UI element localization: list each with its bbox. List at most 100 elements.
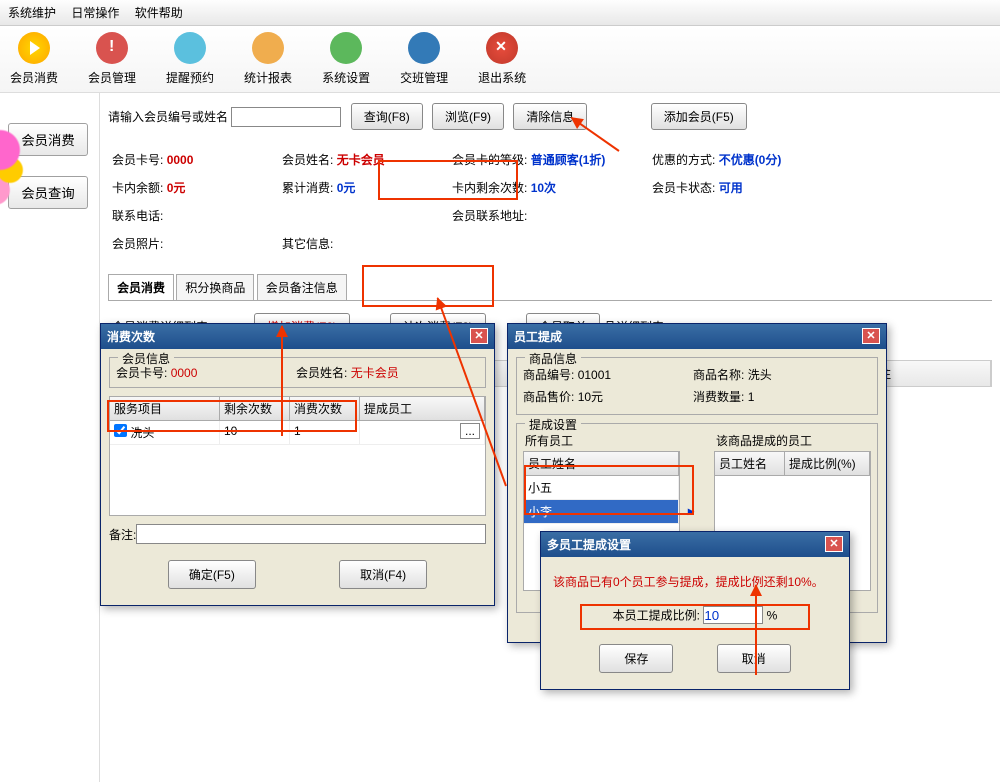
menu-help[interactable]: 软件帮助: [135, 6, 183, 20]
search-label: 请输入会员编号或姓名: [108, 110, 228, 124]
dlg2-close-icon[interactable]: ✕: [862, 328, 880, 344]
dlg1-remark-input[interactable]: [136, 524, 486, 544]
dlg1-info-legend: 会员信息: [118, 350, 174, 367]
total-value: 0元: [337, 181, 356, 195]
dlg2-qty-value: 1: [748, 390, 755, 404]
tb-setting[interactable]: 系统设置: [322, 32, 370, 86]
card-label: 会员卡号:: [112, 153, 163, 167]
tb-member[interactable]: 会员管理: [88, 32, 136, 86]
tb-remind-label: 提醒预约: [166, 69, 214, 86]
tab-remark[interactable]: 会员备注信息: [257, 274, 347, 300]
tb-setting-label: 系统设置: [322, 69, 370, 86]
dlg2-move-right-icon[interactable]: ▸: [688, 504, 706, 518]
addr-label: 会员联系地址:: [452, 209, 527, 223]
dlg3-title: 多员工提成设置: [547, 536, 631, 553]
dlg1-titlebar[interactable]: 消费次数 ✕: [101, 324, 494, 349]
photo-label: 会员照片:: [112, 237, 163, 251]
dlg3-cancel-button[interactable]: 取消: [717, 644, 791, 673]
tb-report[interactable]: 统计报表: [244, 32, 292, 86]
tb-remind[interactable]: 提醒预约: [166, 32, 214, 86]
dlg1-title: 消费次数: [107, 328, 155, 345]
dlg2-allstaff-label: 所有员工: [523, 430, 680, 451]
tabs: 会员消费 积分换商品 会员备注信息: [108, 274, 992, 301]
dlg2-id-value: 01001: [578, 368, 611, 382]
dlg3-hint: 该商品已有0个员工参与提成，提成比例还剩10%。: [553, 573, 837, 590]
dlg3-close-icon[interactable]: ✕: [825, 536, 843, 552]
tb-exit[interactable]: 退出系统: [478, 32, 526, 86]
status-value: 可用: [719, 181, 743, 195]
search-row: 请输入会员编号或姓名 查询(F8) 浏览(F9) 清除信息 添加会员(F5): [108, 97, 992, 136]
dlg1-member-info: 会员信息 会员卡号: 0000 会员姓名: 无卡会员: [109, 357, 486, 388]
dialog-consume-times: 消费次数 ✕ 会员信息 会员卡号: 0000 会员姓名: 无卡会员 服务项目 剩…: [100, 323, 495, 606]
dlg1-close-icon[interactable]: ✕: [470, 328, 488, 344]
menu-system[interactable]: 系统维护: [8, 6, 56, 20]
dlg1-row-1[interactable]: 洗头 10 1 ...: [110, 421, 485, 445]
tab-consume[interactable]: 会员消费: [108, 274, 174, 300]
other-label: 其它信息:: [282, 237, 333, 251]
warn-icon: [96, 32, 128, 64]
dlg2-staff-row-2[interactable]: 小李: [524, 500, 679, 524]
dlg2-price-value: 10元: [578, 390, 603, 404]
dlg2-prod-legend: 商品信息: [525, 350, 581, 367]
dlg3-save-button[interactable]: 保存: [599, 644, 673, 673]
tb-consume-label: 会员消费: [10, 69, 58, 86]
exit-icon: [486, 32, 518, 64]
dlg1-row-consume: 1: [290, 421, 360, 444]
dlg2-name-value: 洗头: [748, 368, 772, 382]
dlg2-product-info: 商品信息 商品编号: 01001 商品名称: 洗头 商品售价: 10元 消费数量…: [516, 357, 878, 415]
dlg1-row-remain: 10: [220, 421, 290, 444]
menubar: 系统维护 日常操作 软件帮助: [0, 0, 1000, 26]
dlg2-name-label: 商品名称:: [693, 368, 744, 382]
add-member-button[interactable]: 添加会员(F5): [651, 103, 747, 130]
gh-consume: 消费次数: [290, 397, 360, 420]
dlg1-row-checkbox[interactable]: [114, 424, 127, 437]
annotation-arrow-2: [281, 326, 283, 436]
times-value: 10次: [531, 181, 556, 195]
query-button[interactable]: 查询(F8): [351, 103, 423, 130]
balance-label: 卡内余额:: [112, 181, 163, 195]
tb-shift-label: 交班管理: [400, 69, 448, 86]
gh-pct: 提成比例(%): [785, 452, 870, 475]
tb-shift[interactable]: 交班管理: [400, 32, 448, 86]
menu-daily[interactable]: 日常操作: [71, 6, 119, 20]
dlg2-titlebar[interactable]: 员工提成 ✕: [508, 324, 886, 349]
search-input[interactable]: [231, 107, 341, 127]
tab-exchange[interactable]: 积分换商品: [176, 274, 254, 300]
dlg1-service-grid: 服务项目 剩余次数 消费次数 提成员工 洗头 10 1 ...: [109, 396, 486, 516]
tb-member-label: 会员管理: [88, 69, 136, 86]
annotation-arrow-4: [755, 585, 757, 675]
total-label: 累计消费:: [282, 181, 333, 195]
dlg2-qty-label: 消费数量:: [693, 390, 744, 404]
phone-label: 联系电话:: [112, 209, 163, 223]
dlg1-row-service: 洗头: [130, 426, 154, 440]
dlg2-price-label: 商品售价:: [523, 390, 574, 404]
dlg1-card-value: 0000: [171, 366, 198, 380]
status-label: 会员卡状态:: [652, 181, 715, 195]
gh-staffname2: 员工姓名: [715, 452, 785, 475]
dlg2-id-label: 商品编号:: [523, 368, 574, 382]
level-label: 会员卡的等级:: [452, 153, 527, 167]
swap-icon: [408, 32, 440, 64]
dlg3-pct-unit: %: [767, 609, 778, 623]
dlg2-staff1: 小五: [524, 476, 679, 499]
dlg2-staff-row-1[interactable]: 小五: [524, 476, 679, 500]
pref-value: 不优惠(0分): [719, 153, 782, 167]
browse-button[interactable]: 浏览(F9): [432, 103, 504, 130]
name-value: 无卡会员: [337, 153, 385, 167]
decorative-flower: [0, 120, 30, 240]
dlg1-cancel-button[interactable]: 取消(F4): [339, 560, 427, 589]
dlg1-name-value: 无卡会员: [351, 366, 399, 380]
dlg1-name-label: 会员姓名:: [296, 366, 347, 380]
dlg1-more-button[interactable]: ...: [460, 423, 480, 439]
dlg1-ok-button[interactable]: 确定(F5): [168, 560, 256, 589]
dlg1-remark-label: 备注:: [109, 526, 136, 543]
dlg2-assigned-label: 该商品提成的员工: [714, 430, 871, 451]
tb-consume[interactable]: 会员消费: [10, 32, 58, 86]
dlg3-titlebar[interactable]: 多员工提成设置 ✕: [541, 532, 849, 557]
name-label: 会员姓名:: [282, 153, 333, 167]
gh-staffname: 员工姓名: [524, 452, 679, 475]
tb-exit-label: 退出系统: [478, 69, 526, 86]
dlg2-title: 员工提成: [514, 328, 562, 345]
dlg1-card-label: 会员卡号:: [116, 366, 167, 380]
gear-icon: [330, 32, 362, 64]
